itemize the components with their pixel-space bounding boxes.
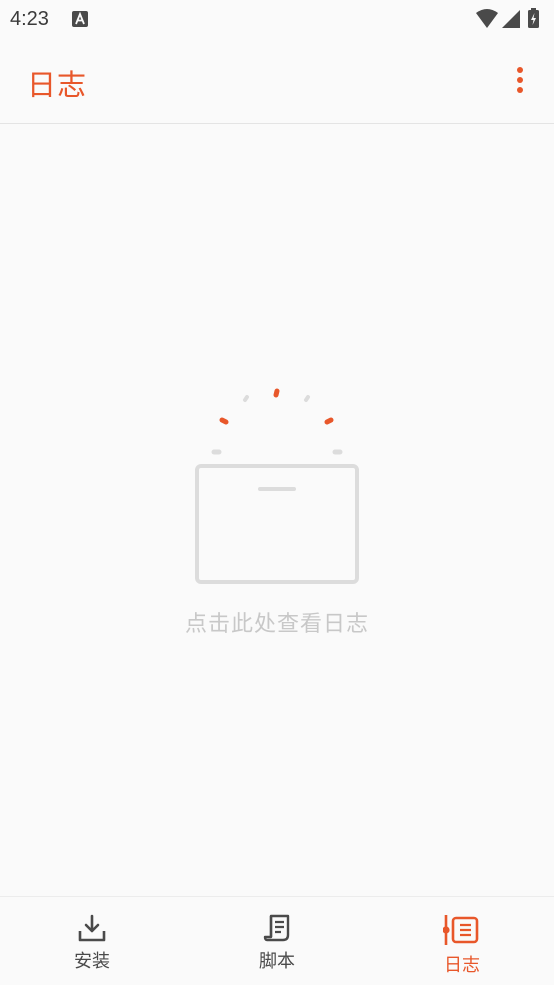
more-vert-icon [517, 67, 523, 93]
nav-item-log[interactable]: 日志 [370, 897, 554, 985]
app-bar: 日志 [0, 40, 554, 124]
signal-icon [502, 10, 520, 28]
nav-label-log: 日志 [444, 955, 480, 976]
nav-label-install: 安装 [74, 951, 110, 972]
log-icon [443, 915, 479, 945]
bottom-nav: 安装 脚本 日志 [0, 896, 554, 985]
empty-box-icon[interactable] [190, 380, 364, 594]
script-icon [263, 914, 290, 942]
nav-label-script: 脚本 [259, 951, 295, 972]
empty-hint[interactable]: 点击此处查看日志 [0, 606, 554, 638]
status-icons [476, 8, 546, 34]
nav-item-install[interactable]: 安装 [0, 897, 184, 985]
wifi-icon [476, 9, 498, 28]
overflow-menu-button[interactable] [506, 64, 534, 96]
status-time: 4:23 [10, 8, 49, 30]
nav-item-script[interactable]: 脚本 [185, 897, 369, 985]
battery-charging-icon [528, 8, 539, 28]
a-notification-icon [72, 11, 88, 31]
download-icon [78, 914, 106, 942]
page-title: 日志 [27, 68, 88, 102]
status-bar: 4:23 [0, 0, 554, 40]
